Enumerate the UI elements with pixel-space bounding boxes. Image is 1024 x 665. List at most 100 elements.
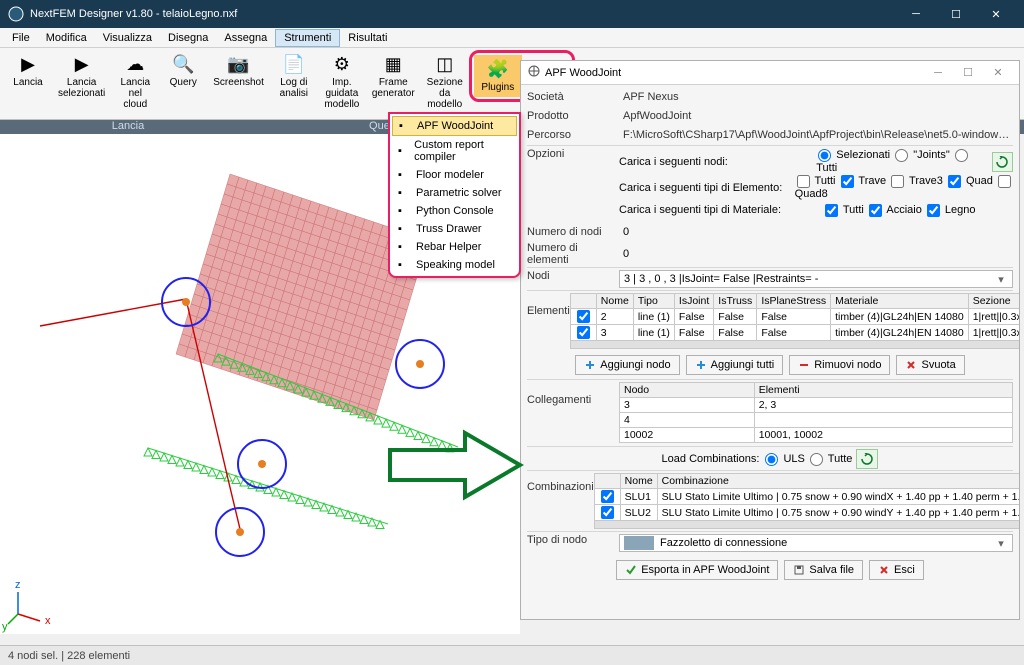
societa-value: APF Nexus: [623, 91, 1013, 103]
elements-table[interactable]: NomeTipoIsJointIsTrussIsPlaneStressMater…: [570, 293, 1020, 341]
plugin-icon: ▪: [398, 169, 410, 181]
percorso-label: Percorso: [527, 129, 619, 141]
elementi-section-label: Elementi: [527, 293, 570, 317]
check-tutti[interactable]: Tutti: [795, 175, 839, 187]
radio-selezionati[interactable]: Selezionati: [816, 149, 893, 161]
table-row[interactable]: 1000210001, 10002: [620, 428, 1013, 443]
plugin-item-rebar-helper[interactable]: ▪Rebar Helper: [392, 238, 517, 256]
toolbar-plugins[interactable]: 🧩Plugins: [474, 55, 522, 97]
plugin-icon: ▪: [398, 187, 410, 199]
refresh-options-button[interactable]: [992, 152, 1013, 172]
plugin-item-custom-report-compiler[interactable]: ▪Custom report compiler: [392, 136, 517, 166]
close-button[interactable]: ✕: [976, 0, 1016, 28]
opzioni-label: Opzioni: [527, 148, 619, 160]
connections-table[interactable]: NodoElementi32, 341000210001, 10002: [619, 382, 1013, 443]
minimize-button[interactable]: ─: [896, 0, 936, 28]
check-quad[interactable]: Quad: [946, 175, 996, 187]
toolbar-screenshot[interactable]: 📷Screenshot: [207, 50, 270, 92]
plugin-item-parametric-solver[interactable]: ▪Parametric solver: [392, 184, 517, 202]
table-row[interactable]: 32, 3: [620, 398, 1013, 413]
check-trave3[interactable]: Trave3: [889, 175, 946, 187]
table-row[interactable]: 2line (1)FalseFalseFalsetimber (4)|GL24h…: [570, 309, 1020, 325]
remove-node-button[interactable]: Rimuovi nodo: [789, 355, 890, 375]
menu-strumenti[interactable]: Strumenti: [275, 29, 340, 47]
svg-text:z: z: [15, 579, 21, 591]
annotation-arrow: [385, 425, 525, 505]
svg-text:y: y: [2, 621, 8, 633]
plugin-icon: ▪: [398, 259, 410, 271]
num-nodes-label: Numero di nodi: [527, 226, 619, 238]
toolbar-frame[interactable]: ▦Framegenerator: [366, 50, 421, 103]
add-all-button[interactable]: Aggiungi tutti: [686, 355, 784, 375]
table-row[interactable]: 3line (1)FalseFalseFalsetimber (4)|GL24h…: [570, 325, 1020, 341]
load-elements-label: Carica i seguenti tipi di Elemento:: [619, 182, 791, 194]
plugin-icon: ▪: [399, 120, 411, 132]
radio-tutte[interactable]: Tutte: [808, 453, 853, 465]
prodotto-label: Prodotto: [527, 110, 619, 122]
menu-assegna[interactable]: Assegna: [216, 30, 275, 46]
fazzoletto-icon: [624, 536, 654, 550]
combinations-table[interactable]: NomeCombinazioneSLU1SLU Stato Limite Ult…: [594, 473, 1020, 521]
plugin-icon: [527, 64, 541, 81]
table-row[interactable]: 4: [620, 413, 1013, 428]
check-legno[interactable]: Legno: [925, 204, 976, 216]
nodi-section-label: Nodi: [527, 270, 619, 282]
combinazioni-section-label: Combinazioni: [527, 473, 594, 493]
plugin-icon: ▪: [398, 241, 410, 253]
toolbar-lancia[interactable]: ▶Lancia: [4, 50, 52, 92]
check-tutti[interactable]: Tutti: [823, 204, 867, 216]
toolbar-sezione[interactable]: ◫Sezionedamodello: [421, 50, 469, 114]
save-file-button[interactable]: Salva file: [784, 560, 863, 580]
panel-title-text: APF WoodJoint: [545, 67, 621, 79]
menu-disegna[interactable]: Disegna: [160, 30, 216, 46]
check-trave[interactable]: Trave: [839, 175, 890, 187]
table-row[interactable]: SLU1SLU Stato Limite Ultimo | 0.75 snow …: [594, 489, 1020, 505]
empty-button[interactable]: Svuota: [896, 355, 964, 375]
horizontal-scrollbar[interactable]: [570, 341, 1020, 349]
export-button[interactable]: Esporta in APF WoodJoint: [616, 560, 778, 580]
menubar: FileModificaVisualizzaDisegnaAssegnaStru…: [0, 28, 1024, 48]
percorso-value: F:\MicroSoft\CSharp17\Apf\WoodJoint\ApfP…: [623, 129, 1013, 141]
toolbar-group: Lancia: [0, 120, 256, 134]
chevron-down-icon: ▾: [994, 537, 1008, 550]
node-type-value: Fazzoletto di connessione: [660, 537, 787, 549]
plugin-item-speaking-model[interactable]: ▪Speaking model: [392, 256, 517, 274]
apf-woodjoint-panel: APF WoodJoint ─ ☐ ✕ SocietàAPF Nexus Pro…: [520, 60, 1020, 620]
radio-joints[interactable]: "Joints": [893, 149, 953, 161]
menu-file[interactable]: File: [4, 30, 38, 46]
panel-maximize[interactable]: ☐: [953, 66, 983, 79]
toolbar-lancia[interactable]: ▶Lanciaselezionati: [52, 50, 111, 103]
plugin-icon: ▪: [398, 145, 408, 157]
plugins-dropdown: ▪APF WoodJoint▪Custom report compiler▪Fl…: [388, 112, 521, 278]
plugin-icon: ▪: [398, 205, 410, 217]
maximize-button[interactable]: ☐: [936, 0, 976, 28]
nodes-dropdown[interactable]: 3 | 3 , 0 , 3 |IsJoint= False |Restraint…: [619, 270, 1013, 288]
svg-text:x: x: [45, 615, 51, 627]
menu-risultati[interactable]: Risultati: [340, 30, 395, 46]
panel-close[interactable]: ✕: [983, 66, 1013, 79]
exit-button[interactable]: Esci: [869, 560, 924, 580]
horizontal-scrollbar[interactable]: [594, 521, 1020, 529]
menu-visualizza[interactable]: Visualizza: [95, 30, 160, 46]
panel-minimize[interactable]: ─: [923, 67, 953, 79]
num-elements-value: 0: [623, 248, 629, 260]
toolbar-imp.[interactable]: ⚙Imp.guidatamodello: [318, 50, 366, 114]
toolbar-query[interactable]: 🔍Query: [159, 50, 207, 92]
radio-uls[interactable]: ULS: [763, 453, 808, 465]
node-type-dropdown[interactable]: Fazzoletto di connessione ▾: [619, 534, 1013, 552]
table-row[interactable]: SLU2SLU Stato Limite Ultimo | 0.75 snow …: [594, 505, 1020, 521]
plugin-item-apf-woodjoint[interactable]: ▪APF WoodJoint: [392, 116, 517, 136]
check-acciaio[interactable]: Acciaio: [867, 204, 925, 216]
plugin-item-floor-modeler[interactable]: ▪Floor modeler: [392, 166, 517, 184]
menu-modifica[interactable]: Modifica: [38, 30, 95, 46]
window-title: NextFEM Designer v1.80 - telaioLegno.nxf: [30, 8, 237, 20]
toolbar-lancia[interactable]: ☁Lancianelcloud: [111, 50, 159, 114]
add-node-button[interactable]: Aggiungi nodo: [575, 355, 679, 375]
app-icon: [8, 6, 24, 22]
num-nodes-value: 0: [623, 226, 629, 238]
toolbar-log di[interactable]: 📄Log dianalisi: [270, 50, 318, 103]
nodes-dropdown-value: 3 | 3 , 0 , 3 |IsJoint= False |Restraint…: [624, 273, 818, 285]
plugin-item-truss-drawer[interactable]: ▪Truss Drawer: [392, 220, 517, 238]
refresh-loadcomb-button[interactable]: [856, 449, 878, 469]
plugin-item-python-console[interactable]: ▪Python Console: [392, 202, 517, 220]
